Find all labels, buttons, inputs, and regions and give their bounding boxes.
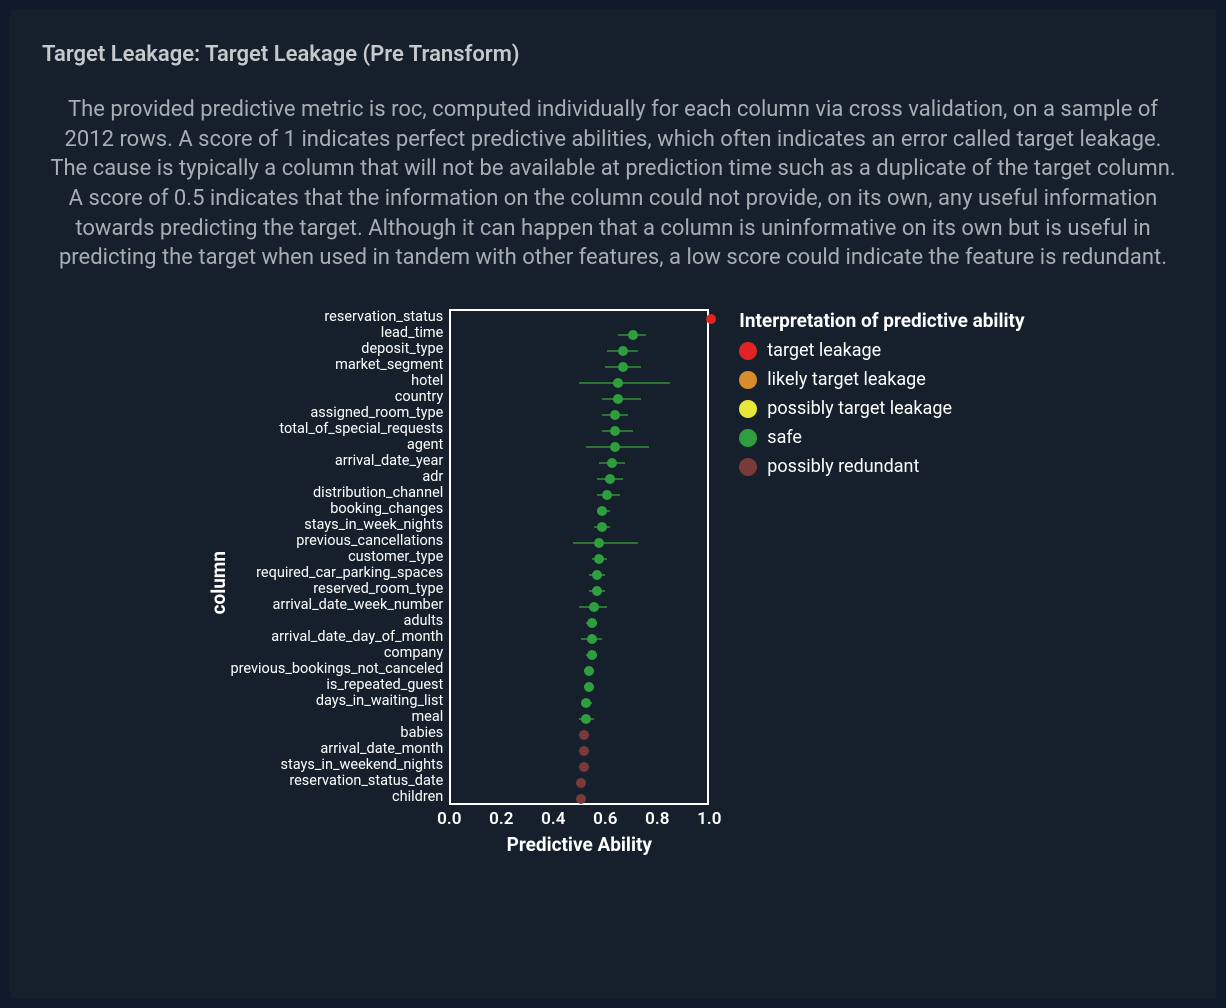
legend-label: likely target leakage	[767, 369, 926, 390]
error-bar	[573, 542, 638, 544]
page-title: Target Leakage: Target Leakage (Pre Tran…	[42, 42, 1184, 67]
data-point	[579, 730, 589, 740]
data-point	[706, 314, 716, 324]
legend-item: safe	[739, 427, 1024, 448]
y-tick-label: distribution_channel	[230, 485, 443, 501]
y-tick-label: arrival_date_day_of_month	[230, 629, 443, 645]
x-tick-label: 0.4	[541, 809, 565, 829]
x-tick-label: 0.0	[437, 809, 461, 829]
data-point	[587, 634, 597, 644]
y-tick-label: days_in_waiting_list	[230, 693, 443, 709]
legend-title: Interpretation of predictive ability	[739, 309, 1024, 332]
y-tick-label: babies	[230, 725, 443, 741]
data-point	[610, 426, 620, 436]
legend-item: possibly redundant	[739, 456, 1024, 477]
data-point	[594, 554, 604, 564]
data-point	[597, 506, 607, 516]
y-tick-label: reservation_status	[230, 309, 443, 325]
y-tick-label: arrival_date_month	[230, 741, 443, 757]
y-tick-label: reserved_room_type	[230, 581, 443, 597]
y-axis-title: column	[201, 551, 230, 614]
data-point	[584, 666, 594, 676]
report-panel: Target Leakage: Target Leakage (Pre Tran…	[10, 10, 1216, 998]
x-tick-label: 0.6	[593, 809, 617, 829]
chart-container: column reservation_statuslead_timedeposi…	[42, 309, 1184, 856]
legend-item: likely target leakage	[739, 369, 1024, 390]
y-tick-label: agent	[230, 437, 443, 453]
data-point	[594, 538, 604, 548]
y-tick-label: deposit_type	[230, 341, 443, 357]
data-point	[597, 522, 607, 532]
data-point	[587, 650, 597, 660]
description-text: The provided predictive metric is roc, c…	[42, 95, 1184, 273]
x-axis: 0.00.20.40.60.81.0	[449, 805, 709, 831]
y-tick-label: reservation_status_date	[230, 773, 443, 789]
data-point	[592, 570, 602, 580]
y-tick-label: required_car_parking_spaces	[230, 565, 443, 581]
data-point	[610, 442, 620, 452]
data-point	[584, 682, 594, 692]
data-point	[579, 746, 589, 756]
y-tick-label: stays_in_weekend_nights	[230, 757, 443, 773]
plot-area	[449, 309, 709, 805]
data-point	[576, 794, 586, 804]
legend-label: possibly redundant	[767, 456, 919, 477]
error-bar	[579, 382, 670, 384]
legend-swatch-icon	[739, 400, 757, 418]
data-point	[589, 602, 599, 612]
data-point	[581, 714, 591, 724]
legend-swatch-icon	[739, 429, 757, 447]
x-axis-title: Predictive Ability	[449, 833, 709, 856]
data-point	[579, 762, 589, 772]
y-tick-label: previous_bookings_not_canceled	[230, 661, 443, 677]
y-tick-label: adr	[230, 469, 443, 485]
data-point	[607, 458, 617, 468]
legend: Interpretation of predictive ability tar…	[739, 309, 1024, 856]
y-tick-label: meal	[230, 709, 443, 725]
y-tick-label: stays_in_week_nights	[230, 517, 443, 533]
legend-label: possibly target leakage	[767, 398, 952, 419]
y-tick-label: previous_cancellations	[230, 533, 443, 549]
data-point	[610, 410, 620, 420]
legend-item: target leakage	[739, 340, 1024, 361]
legend-label: target leakage	[767, 340, 881, 361]
data-point	[605, 474, 615, 484]
data-point	[628, 330, 638, 340]
y-tick-label: arrival_date_week_number	[230, 597, 443, 613]
legend-swatch-icon	[739, 371, 757, 389]
plot-column: 0.00.20.40.60.81.0 Predictive Ability	[449, 309, 709, 856]
data-point	[602, 490, 612, 500]
legend-items: target leakage likely target leakage possi…	[739, 340, 1024, 477]
y-tick-label: market_segment	[230, 357, 443, 373]
y-tick-label: booking_changes	[230, 501, 443, 517]
y-tick-label: total_of_special_requests	[230, 421, 443, 437]
data-point	[587, 618, 597, 628]
y-tick-label: company	[230, 645, 443, 661]
y-tick-label: arrival_date_year	[230, 453, 443, 469]
x-tick-label: 0.2	[489, 809, 513, 829]
legend-swatch-icon	[739, 342, 757, 360]
data-point	[618, 362, 628, 372]
x-tick-label: 0.8	[645, 809, 669, 829]
y-tick-label: customer_type	[230, 549, 443, 565]
chart-area: column reservation_statuslead_timedeposi…	[201, 309, 709, 856]
data-point	[581, 698, 591, 708]
y-tick-label: lead_time	[230, 325, 443, 341]
legend-label: safe	[767, 427, 802, 448]
data-point	[618, 346, 628, 356]
y-tick-label: children	[230, 789, 443, 805]
legend-item: possibly target leakage	[739, 398, 1024, 419]
data-point	[613, 378, 623, 388]
y-tick-label: assigned_room_type	[230, 405, 443, 421]
y-tick-label: hotel	[230, 373, 443, 389]
y-tick-label: adults	[230, 613, 443, 629]
y-axis-labels: reservation_statuslead_timedeposit_typem…	[230, 309, 449, 856]
data-point	[592, 586, 602, 596]
y-tick-label: is_repeated_guest	[230, 677, 443, 693]
x-tick-label: 1.0	[697, 809, 721, 829]
data-point	[576, 778, 586, 788]
legend-swatch-icon	[739, 458, 757, 476]
data-point	[613, 394, 623, 404]
y-tick-label: country	[230, 389, 443, 405]
